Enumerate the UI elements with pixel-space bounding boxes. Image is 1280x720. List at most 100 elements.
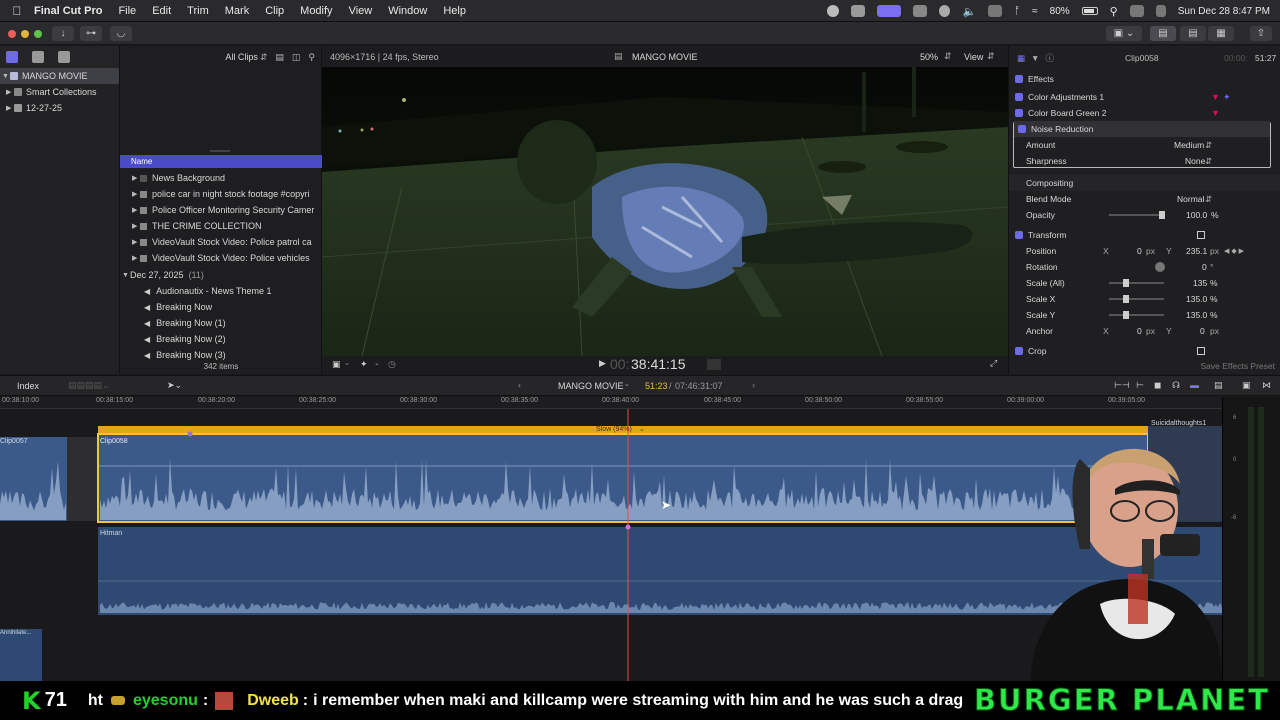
slider-knob[interactable]: [1123, 279, 1129, 287]
photos-audio-icon[interactable]: [32, 51, 44, 63]
speed-tool-icon[interactable]: ◷: [388, 359, 396, 370]
menu-window[interactable]: Window: [388, 5, 427, 17]
menu-help[interactable]: Help: [443, 5, 466, 17]
disclosure-right-icon[interactable]: ▶: [6, 88, 14, 96]
menu-modify[interactable]: Modify: [300, 5, 332, 17]
solo-icon[interactable]: ▬: [1190, 380, 1199, 390]
menu-mark[interactable]: Mark: [225, 5, 249, 17]
menu-file[interactable]: File: [118, 5, 136, 17]
connect-clip-icon[interactable]: ▤▤▤▤⌄: [68, 380, 110, 391]
scale-x-value[interactable]: 135.0: [1186, 294, 1207, 304]
select-tool-icon[interactable]: ➤⌄: [167, 380, 182, 391]
transform-onscreen-icon[interactable]: [1197, 231, 1205, 239]
bluetooth-icon[interactable]: ᚩ: [1014, 6, 1020, 17]
list-item[interactable]: ▶ News Background: [120, 170, 322, 186]
bottom-clip[interactable]: [0, 629, 42, 681]
audio-skimming-icon[interactable]: ⊢⊣: [1114, 380, 1130, 391]
battery-icon[interactable]: [1081, 7, 1098, 15]
keyframe-nav-icon[interactable]: ◀ ◆ ▶: [1224, 247, 1244, 255]
list-item[interactable]: ▶ VideoVault Stock Video: Police vehicles: [120, 250, 322, 266]
background-tasks-button[interactable]: ◡: [110, 26, 132, 41]
checkbox-icon[interactable]: [1015, 109, 1023, 117]
scale-slider[interactable]: [1109, 282, 1164, 284]
color-mask-icon[interactable]: ▼: [1211, 92, 1220, 102]
menu-clip[interactable]: Clip: [265, 5, 284, 17]
scale-y-value[interactable]: 135.0: [1186, 310, 1207, 320]
share-button[interactable]: ⇧: [1250, 26, 1272, 41]
video-inspector-icon[interactable]: ▦: [1017, 53, 1025, 64]
rotation-value[interactable]: 0: [1202, 262, 1207, 272]
opacity-slider[interactable]: [1109, 214, 1164, 216]
titles-generators-icon[interactable]: [58, 51, 70, 63]
video-frame[interactable]: [322, 67, 1008, 356]
opacity-value[interactable]: 100.0: [1186, 210, 1207, 220]
display-icon[interactable]: [988, 5, 1003, 17]
scale-value[interactable]: 135: [1193, 278, 1207, 288]
compositing-header[interactable]: Compositing: [1009, 175, 1280, 191]
effects-header[interactable]: Effects: [1009, 71, 1280, 87]
filter-inspector-icon[interactable]: ▼: [1031, 53, 1039, 63]
effect-noise-reduction[interactable]: Noise Reduction: [1014, 121, 1270, 137]
recording-icon[interactable]: [827, 5, 840, 17]
list-item[interactable]: ◀ Breaking Now (2): [120, 331, 322, 347]
enhance-tool-icon[interactable]: ✦: [360, 359, 368, 370]
list-item[interactable]: ▶ THE CRIME COLLECTION: [120, 218, 322, 234]
position-y-value[interactable]: 235.1: [1186, 246, 1207, 256]
checkbox-icon[interactable]: [1015, 75, 1023, 83]
grid-icon[interactable]: [913, 5, 928, 17]
menu-trim[interactable]: Trim: [187, 5, 209, 17]
crop-tool-icon[interactable]: ▣: [332, 359, 341, 370]
list-item[interactable]: ▶ Police Officer Monitoring Security Came…: [120, 202, 322, 218]
position-x-value[interactable]: 0: [1137, 246, 1142, 256]
keyword-button[interactable]: ⊶: [80, 26, 102, 41]
list-item[interactable]: ◀ Breaking Now (1): [120, 315, 322, 331]
slider-knob[interactable]: [1123, 295, 1129, 303]
clock[interactable]: Sun Dec 28 8:47 PM: [1178, 6, 1270, 17]
crop-chevron-icon[interactable]: ⌄: [344, 359, 350, 367]
info-inspector-icon[interactable]: ⓘ: [1045, 52, 1054, 64]
timecode-display[interactable]: 38:41:15: [631, 356, 686, 372]
project-chevron-icon[interactable]: ⌄: [624, 380, 630, 388]
timeline-project-name[interactable]: MANGO MOVIE: [558, 381, 624, 391]
disclosure-down-icon[interactable]: ▼: [2, 73, 10, 80]
index-button[interactable]: Index: [17, 381, 39, 391]
slider-knob[interactable]: [1159, 211, 1165, 219]
play-icon[interactable]: [939, 5, 951, 17]
clip-appearance-icon[interactable]: ▤: [275, 52, 284, 63]
library-item-event[interactable]: ▶ 12-27-25: [0, 100, 119, 116]
checkbox-icon[interactable]: [1015, 347, 1023, 355]
menu-app[interactable]: Final Cut Pro: [34, 5, 102, 17]
filmstrip-divider[interactable]: [210, 150, 230, 152]
history-forward-icon[interactable]: ›: [752, 380, 755, 390]
play-button[interactable]: ▶: [599, 358, 606, 369]
list-item[interactable]: ◀ Audionautix - News Theme 1: [120, 283, 322, 299]
disclosure-right-icon[interactable]: ▶: [132, 238, 140, 246]
slider-knob[interactable]: [1123, 311, 1129, 319]
retime-label[interactable]: Slow (94%): [596, 426, 632, 434]
view-menu[interactable]: View: [964, 52, 983, 62]
anchor-x-value[interactable]: 0: [1137, 326, 1142, 336]
show-inspector-button[interactable]: ▦: [1208, 26, 1234, 41]
checkbox-icon[interactable]: [1015, 93, 1023, 101]
window-zoom-icon[interactable]: [34, 30, 42, 38]
siri-icon[interactable]: [1155, 5, 1166, 17]
date-group[interactable]: ▼ Dec 27, 2025 (11): [120, 267, 322, 283]
disclosure-right-icon[interactable]: ▶: [132, 222, 140, 230]
stage-manager-icon[interactable]: [877, 5, 902, 17]
list-item[interactable]: ◀ Breaking Now: [120, 299, 322, 315]
timeline-ruler[interactable]: 00:38:10:00 00:38:15:00 00:38:20:00 00:3…: [0, 397, 1222, 409]
marker-icon[interactable]: [625, 524, 631, 530]
sync-icon[interactable]: [851, 5, 866, 17]
retime-chevron-icon[interactable]: ⌄: [639, 425, 645, 433]
menu-view[interactable]: View: [349, 5, 373, 17]
keyframe-icon[interactable]: [187, 431, 193, 437]
save-effects-preset-button[interactable]: Save Effects Preset: [1009, 358, 1280, 374]
sharpness-dropdown[interactable]: None: [1185, 156, 1205, 166]
effects-browser-icon[interactable]: ▣: [1242, 380, 1251, 391]
effect-color-board[interactable]: Color Board Green 2 ▼: [1009, 105, 1280, 121]
effect-color-adjustments[interactable]: Color Adjustments 1 ▼ ✦: [1009, 89, 1280, 105]
list-view-icon[interactable]: ◫: [292, 52, 301, 63]
workspace-menu-button[interactable]: ▣ ⌄: [1106, 26, 1142, 41]
name-column-header[interactable]: Name: [120, 155, 322, 168]
zoom-controls-icon[interactable]: ⊢: [1136, 380, 1144, 391]
